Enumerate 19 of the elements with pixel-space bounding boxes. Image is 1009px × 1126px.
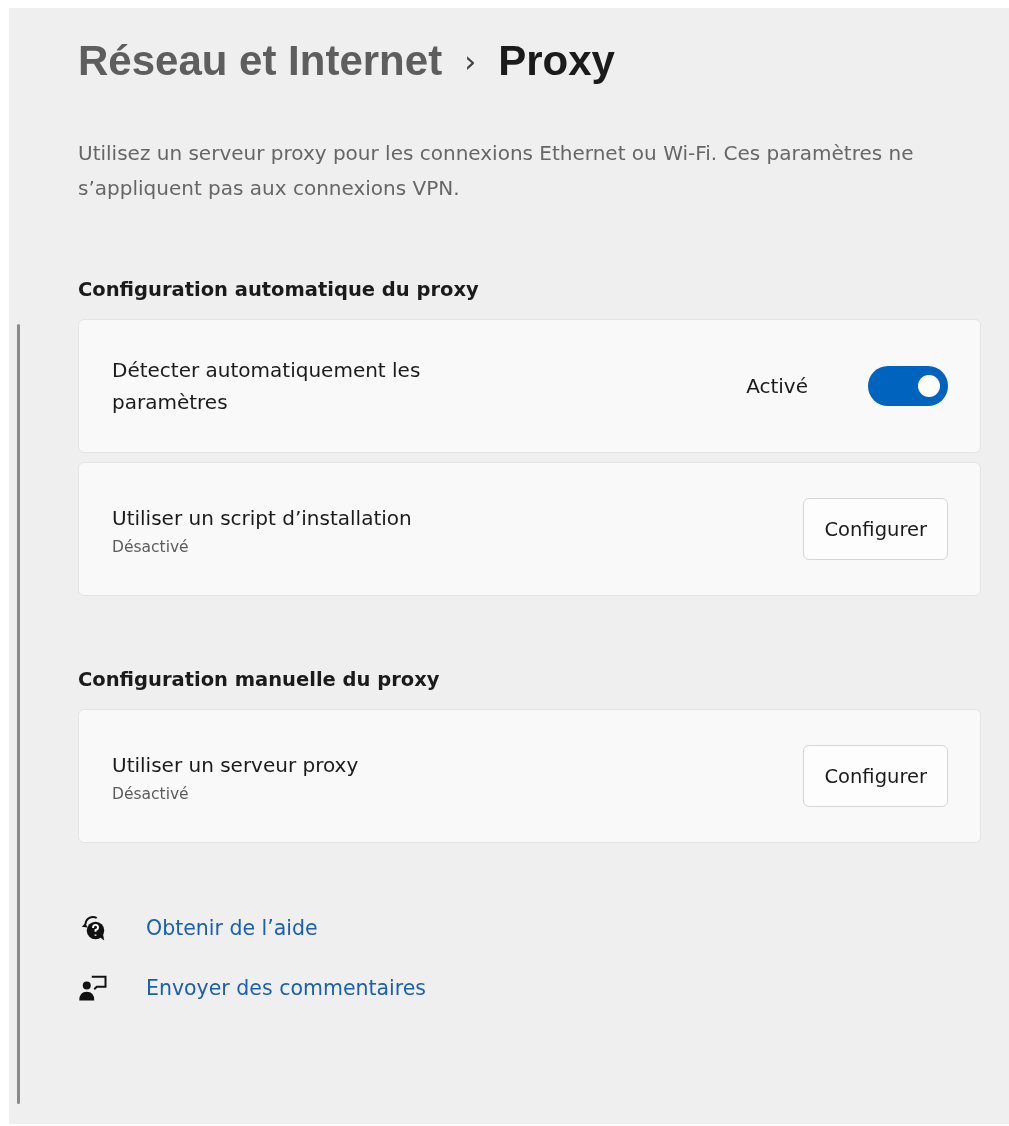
configure-button[interactable]: Configurer (803, 498, 948, 560)
setting-status: Désactivé (112, 785, 190, 803)
setting-label: Détecter automatiquement les paramètres (112, 357, 422, 416)
feedback-link[interactable]: Envoyer des commentaires (146, 976, 427, 1000)
help-link[interactable]: Obtenir de l’aide (146, 916, 318, 940)
section-heading: Configuration automatique du proxy (78, 278, 480, 301)
toggle-state-label: Activé (746, 374, 808, 398)
scrollbar[interactable] (17, 324, 20, 1104)
breadcrumb-separator: › (464, 43, 477, 79)
setting-label: Utiliser un serveur proxy (112, 752, 359, 779)
page-title: Proxy (498, 37, 615, 85)
configure-button[interactable]: Configurer (803, 745, 948, 807)
setting-label: Utiliser un script d’installation (112, 505, 412, 532)
section-heading: Configuration manuelle du proxy (78, 668, 441, 691)
toggle-switch[interactable] (868, 366, 948, 406)
setting-status: Désactivé (112, 538, 190, 556)
feedback-icon (78, 973, 108, 1003)
description-text: Utilisez un serveur proxy pour les connexions Ethernet ou Wi-Fi. Ces paramètres ne s’appliquent pas aux connexions VPN. (78, 140, 915, 202)
breadcrumb-link[interactable]: Réseau et Internet (78, 37, 443, 85)
